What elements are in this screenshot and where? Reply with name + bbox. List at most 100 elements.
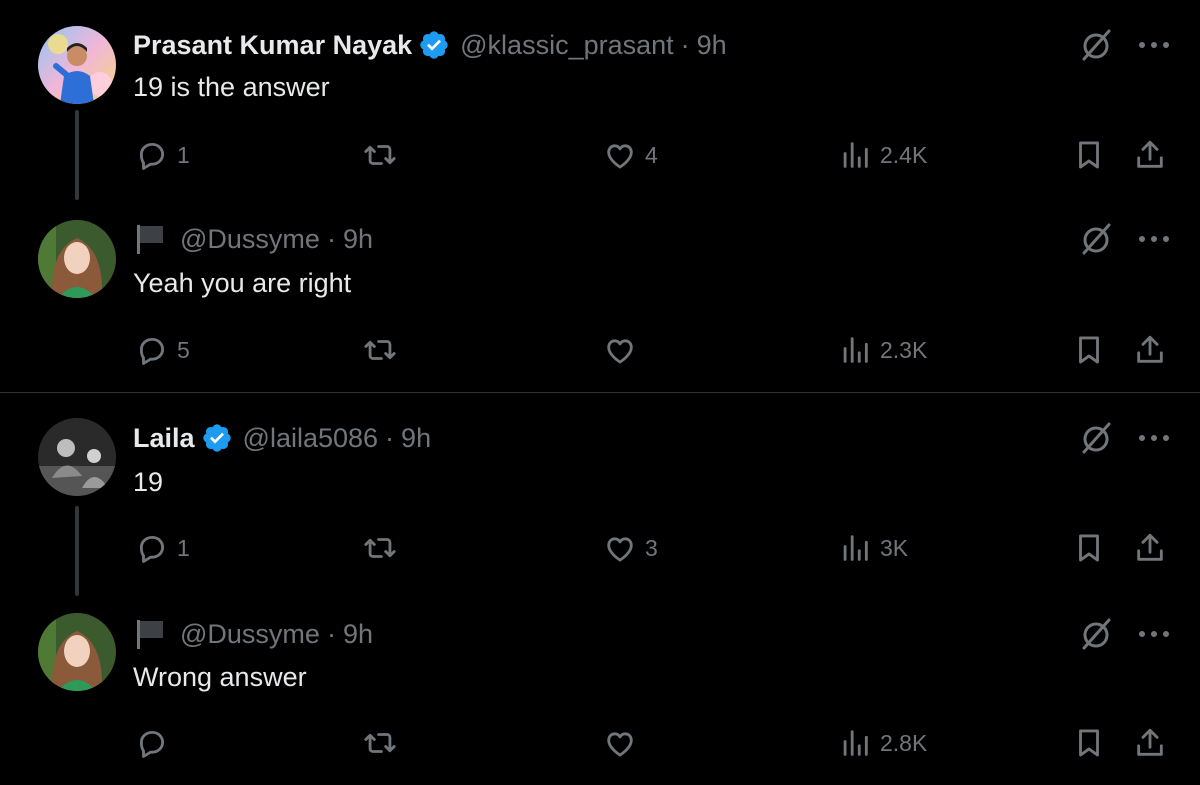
tweet-header: @Dussyme · 9h (133, 616, 373, 652)
views-count: 2.8K (880, 729, 928, 756)
share-icon (1137, 728, 1163, 756)
more-icon[interactable] (1134, 624, 1174, 644)
action-bar: 5 2.3K (0, 330, 1200, 370)
reply-tweet[interactable]: @Dussyme · 9h Wrong answer 2.8K (0, 589, 1200, 785)
separator-dot: · (680, 29, 690, 60)
views-button[interactable]: 2.4K (838, 135, 927, 175)
handle[interactable]: @Dussyme (180, 619, 320, 650)
grok-icon[interactable] (1078, 616, 1114, 652)
timeline: Prasant Kumar Nayak @klassic_prasant · 9… (0, 0, 1200, 785)
tweet-text: 19 is the answer (133, 72, 330, 102)
reply-button[interactable]: 5 (135, 330, 190, 370)
reply-count: 1 (177, 141, 190, 168)
action-bar: 1 3 3K (0, 528, 1200, 568)
share-button[interactable] (1133, 723, 1167, 763)
more-icon[interactable] (1134, 428, 1174, 448)
retweet-icon (364, 733, 396, 753)
flag-icon (133, 222, 167, 256)
tweet[interactable]: Prasant Kumar Nayak @klassic_prasant · 9… (0, 0, 1200, 196)
reply-icon (139, 535, 165, 563)
retweet-button[interactable] (363, 723, 405, 763)
avatar[interactable] (38, 220, 116, 298)
separator-dot: · (326, 618, 336, 649)
reply-icon (139, 142, 165, 170)
retweet-button[interactable] (363, 330, 405, 370)
handle[interactable]: @klassic_prasant (460, 30, 674, 61)
heart-icon (607, 144, 633, 169)
tweet[interactable]: Laila @laila5086 · 9h 19 1 3 3K (0, 393, 1200, 589)
avatar[interactable] (38, 26, 116, 104)
more-icon[interactable] (1134, 35, 1174, 55)
verified-badge-icon[interactable] (418, 29, 450, 61)
action-bar: 2.8K (0, 723, 1200, 763)
retweet-icon (364, 538, 396, 558)
views-count: 2.3K (880, 336, 928, 363)
share-icon (1137, 335, 1163, 363)
like-count: 3 (645, 534, 658, 561)
share-button[interactable] (1133, 528, 1167, 568)
action-bar: 1 4 2.4K (0, 135, 1200, 175)
reply-button[interactable]: 1 (135, 135, 190, 175)
bookmark-icon (1079, 141, 1099, 169)
bookmark-button[interactable] (1072, 330, 1106, 370)
reply-count: 1 (177, 534, 190, 561)
tweet-header: Laila @laila5086 · 9h (133, 420, 431, 456)
more-icon[interactable] (1134, 229, 1174, 249)
like-count: 4 (645, 141, 658, 168)
handle[interactable]: @Dussyme (180, 224, 320, 255)
tweet-top-actions (1078, 27, 1174, 63)
bookmark-button[interactable] (1072, 528, 1106, 568)
share-button[interactable] (1133, 135, 1167, 175)
analytics-icon (843, 535, 868, 561)
reply-icon (139, 337, 165, 365)
bookmark-icon (1079, 729, 1099, 757)
like-button[interactable]: 3 (603, 528, 658, 568)
share-icon (1137, 140, 1163, 168)
display-name[interactable]: Laila (133, 423, 195, 454)
analytics-icon (843, 337, 868, 363)
avatar[interactable] (38, 418, 116, 496)
tweet-top-actions (1078, 616, 1174, 652)
retweet-button[interactable] (363, 528, 405, 568)
tweet-header: @Dussyme · 9h (133, 221, 373, 257)
like-button[interactable] (603, 330, 645, 370)
bookmark-icon (1079, 336, 1099, 364)
reply-button[interactable]: 1 (135, 528, 190, 568)
avatar[interactable] (38, 613, 116, 691)
flag-icon (133, 617, 167, 651)
timestamp[interactable]: 9h (697, 30, 727, 61)
separator-dot: · (326, 223, 336, 254)
timestamp[interactable]: 9h (401, 423, 431, 454)
share-button[interactable] (1133, 330, 1167, 370)
views-count: 2.4K (880, 141, 928, 168)
like-button[interactable]: 4 (603, 135, 658, 175)
display-name[interactable]: Prasant Kumar Nayak (133, 30, 412, 61)
heart-icon (607, 537, 633, 562)
heart-icon (607, 339, 633, 364)
grok-icon[interactable] (1078, 27, 1114, 63)
reply-tweet[interactable]: @Dussyme · 9h Yeah you are right 5 2.3K (0, 196, 1200, 392)
separator-dot: · (385, 422, 395, 453)
grok-icon[interactable] (1078, 221, 1114, 257)
tweet-text: 19 (133, 467, 164, 497)
views-button[interactable]: 3K (838, 528, 908, 568)
bookmark-button[interactable] (1072, 723, 1106, 763)
grok-icon[interactable] (1078, 420, 1114, 456)
analytics-icon (843, 730, 868, 756)
like-button[interactable] (603, 723, 645, 763)
views-button[interactable]: 2.3K (838, 330, 927, 370)
handle[interactable]: @laila5086 (243, 423, 379, 454)
reply-button[interactable] (135, 723, 177, 763)
tweet-text: Yeah you are right (133, 268, 352, 298)
verified-badge-icon[interactable] (201, 422, 233, 454)
retweet-button[interactable] (363, 135, 405, 175)
views-button[interactable]: 2.8K (838, 723, 927, 763)
views-count: 3K (880, 534, 909, 561)
tweet-header: Prasant Kumar Nayak @klassic_prasant · 9… (133, 27, 727, 63)
bookmark-icon (1079, 534, 1099, 562)
reply-count: 5 (177, 336, 190, 363)
timestamp[interactable]: 9h (343, 224, 373, 255)
bookmark-button[interactable] (1072, 135, 1106, 175)
timestamp[interactable]: 9h (343, 619, 373, 650)
tweet-top-actions (1078, 221, 1174, 257)
